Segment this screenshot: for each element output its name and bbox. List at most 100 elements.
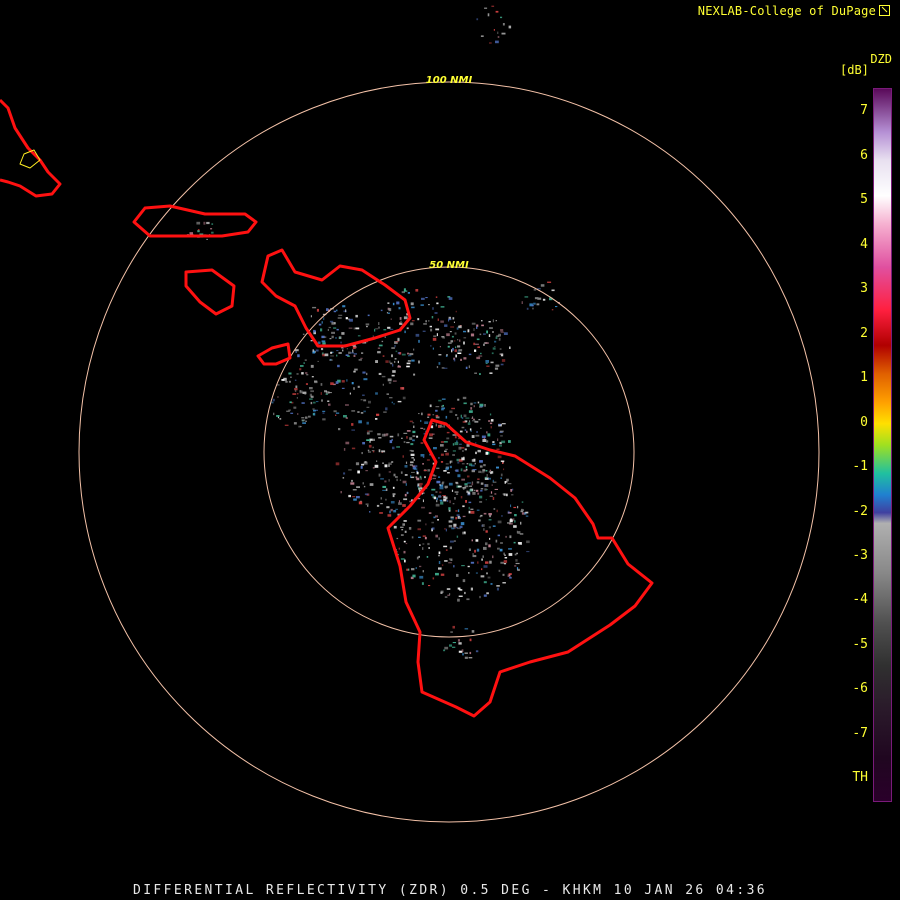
echo-pixel [409,353,414,356]
legend-units: [dB] [840,63,869,77]
echo-pixel [328,392,332,394]
echo-pixel [435,503,440,507]
echo-pixel [467,475,470,478]
echo-pixel [507,574,511,577]
coastline-oahu [0,98,62,198]
echo-pixel [507,510,510,514]
echo-pixel [360,466,363,469]
echo-pixel [500,542,503,544]
echo-pixel [485,360,489,363]
echo-pixel [501,32,506,35]
echo-pixel [397,337,400,341]
echo-pixel [492,479,494,483]
echo-pixel [288,372,292,375]
echo-pixel [497,31,499,34]
echo-pixel [495,539,498,543]
echo-pixel [428,547,430,549]
echo-pixel [465,485,469,488]
echo-pixel [290,376,292,378]
echo-pixel [418,487,421,491]
echo-pixel [468,572,470,574]
echo-pixel [459,430,463,433]
echo-pixel [450,540,454,543]
echo-pixel [490,491,493,494]
echo-pixel [504,557,508,559]
echo-pixel [469,651,472,655]
echo-pixel [425,297,428,299]
external-link-icon[interactable] [879,5,890,16]
echo-pixel [461,478,465,481]
echo-pixel [392,486,395,489]
coastline-hawaii [386,418,654,718]
echo-pixel [469,638,472,642]
echo-pixel [462,487,465,490]
echo-pixel [419,485,422,488]
echo-pixel [486,330,488,334]
echo-pixel [393,525,397,529]
echo-pixel [400,387,405,390]
echo-pixel [418,360,420,364]
echo-pixel [471,630,475,633]
echo-pixel [399,317,402,320]
echo-pixel [492,347,496,350]
echo-pixel [375,418,378,420]
echo-pixel [455,493,459,495]
echo-pixel [447,345,450,348]
echo-pixel [443,470,447,472]
echo-pixel [525,511,529,514]
echo-pixel [380,478,384,480]
echo-pixel [462,450,464,452]
echo-pixel [378,344,383,347]
echo-pixel [389,397,393,399]
echo-pixel [441,426,443,428]
echo-pixel [402,480,407,484]
echo-pixel [312,349,314,352]
echo-pixel [398,502,402,505]
echo-pixel [400,320,402,322]
echo-pixel [368,444,372,448]
echo-pixel [354,368,358,371]
echo-pixel [473,342,476,346]
echo-pixel [353,353,357,355]
echo-pixel [364,461,367,463]
echo-pixel [464,652,468,654]
echo-pixel [515,562,520,565]
echo-pixel [427,413,431,416]
echo-pixel [206,221,210,225]
echo-pixel [338,428,341,431]
echo-pixel [445,415,448,419]
legend-tick: 1 [860,370,868,385]
echo-pixel [397,433,400,437]
echo-pixel [462,579,466,583]
echo-pixel [398,500,400,503]
echo-pixel [331,331,335,334]
echo-pixel [404,559,406,563]
echo-pixel [444,528,446,530]
echo-pixel [441,407,445,410]
echo-pixel [499,445,502,447]
echo-pixel [338,336,341,339]
echo-pixel [461,417,464,419]
echo-pixel [450,518,454,520]
echo-pixel [395,341,399,343]
echo-pixel [483,333,486,335]
echo-pixel [435,328,440,331]
echo-pixel [403,290,408,292]
echo-pixel [463,531,466,534]
credit-label[interactable]: NEXLAB-College of DuPage [698,4,890,18]
echo-pixel [348,494,351,498]
echo-pixel [357,470,360,474]
echo-pixel [397,365,401,368]
echo-pixel [436,480,441,484]
echo-pixel [362,394,365,396]
echo-pixel [443,425,445,428]
echo-pixel [485,530,488,533]
echo-pixel [431,521,434,524]
echo-pixel [331,335,334,339]
echo-pixel [492,331,494,333]
echo-pixel [189,232,193,235]
echo-pixel [481,435,486,439]
echo-pixel [463,414,467,418]
echo-pixel [362,442,365,445]
echo-pixel [462,653,464,656]
